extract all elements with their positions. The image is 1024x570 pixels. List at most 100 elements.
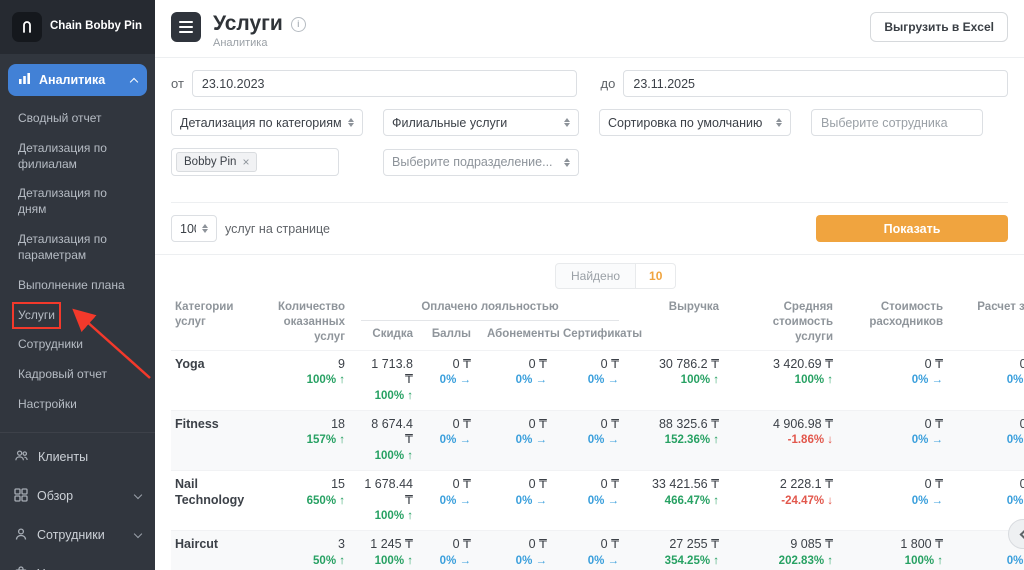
sidebar-subitem-label: Детализация по дням	[18, 186, 137, 218]
brand[interactable]: Chain Bobby Pin	[0, 0, 155, 54]
brand-logo-icon	[12, 12, 42, 42]
sidebar-subitem-4[interactable]: Выполнение плана	[0, 271, 155, 301]
select-caret-icon	[776, 115, 782, 130]
trend-right-icon: →	[536, 434, 548, 446]
sidebar-item-analytics[interactable]: Аналитика	[8, 64, 147, 96]
col-category: Категории услуг	[171, 295, 259, 350]
date-from-input[interactable]	[192, 70, 577, 97]
trend-up-icon: ↑	[407, 390, 413, 402]
sidebar-subitem-6[interactable]: Сотрудники	[0, 330, 155, 360]
sidebar-subitem-8[interactable]: Настройки	[0, 390, 155, 420]
chevron-down-icon	[134, 530, 142, 538]
category-cell: Yoga	[171, 350, 259, 410]
sidebar-item-0[interactable]: Клиенты	[0, 437, 155, 477]
date-to-input[interactable]	[623, 70, 1008, 97]
sidebar-item-1[interactable]: Обзор	[0, 477, 155, 516]
value-cell: 27 255 ₸354.25% ↑	[627, 530, 727, 570]
trend-down-icon: ↓	[827, 434, 833, 446]
table-body: Yoga9100% ↑1 713.8 ₸100% ↑0 ₸0% →0 ₸0% →…	[171, 350, 1024, 570]
trend-up-icon: ↑	[339, 495, 345, 507]
detail-select[interactable]: Детализация по категориям	[171, 109, 363, 136]
value-cell: 3 420.69 ₸100% ↑	[727, 350, 841, 410]
select-caret-icon	[202, 221, 208, 236]
trend-up-icon: ↑	[713, 374, 719, 386]
value-cell: 9100% ↑	[259, 350, 353, 410]
category-cell: Fitness	[171, 410, 259, 470]
value-cell: 0 ₸0% →	[951, 410, 1024, 470]
value-cell: 0 ₸0% →	[421, 470, 479, 530]
col-avg-cost: Средняя стоимость услуги	[727, 295, 841, 350]
sidebar-subitem-0[interactable]: Сводный отчет	[0, 104, 155, 134]
per-page-row: 100 услуг на странице Показать	[155, 203, 1024, 254]
sort-select[interactable]: Сортировка по умолчанию	[599, 109, 791, 136]
trend-up-icon: ↑	[407, 450, 413, 462]
page-header: Услуги i Аналитика Выгрузить в Excel	[155, 0, 1024, 58]
value-cell: 0 ₸0% →	[479, 410, 555, 470]
trend-up-icon: ↑	[827, 374, 833, 386]
col-revenue: Выручка	[627, 295, 727, 350]
value-cell: 88 325.6 ₸152.36% ↑	[627, 410, 727, 470]
employee-input[interactable]	[811, 109, 983, 136]
export-excel-button[interactable]: Выгрузить в Excel	[870, 12, 1008, 42]
trend-right-icon: →	[460, 374, 472, 386]
value-cell: 0 ₸0% →	[555, 470, 627, 530]
trend-up-icon: ↑	[339, 434, 345, 446]
chip-remove-icon[interactable]: ×	[242, 156, 249, 168]
branch-tag-input[interactable]: Bobby Pin ×	[171, 148, 339, 176]
col-quantity: Количество оказанных услуг	[259, 295, 353, 350]
table-row: Fitness18157% ↑8 674.4 ₸100% ↑0 ₸0% →0 ₸…	[171, 410, 1024, 470]
sidebar-item-label: Сотрудники	[37, 528, 126, 542]
clients-icon	[14, 448, 29, 466]
sidebar-item-3[interactable]: Услуги	[0, 555, 155, 570]
sidebar-bottom-menu: КлиентыОбзор Сотрудники Услуги	[0, 432, 155, 570]
trend-up-icon: ↑	[407, 555, 413, 567]
trend-right-icon: →	[536, 555, 548, 567]
services-type-select[interactable]: Филиальные услуги	[383, 109, 579, 136]
results-tab[interactable]: Найдено 10	[555, 263, 676, 289]
sidebar-item-2[interactable]: Сотрудники	[0, 516, 155, 555]
sidebar-subitem-label: Сотрудники	[18, 337, 83, 353]
sidebar-subitem-7[interactable]: Кадровый отчет	[0, 360, 155, 390]
value-cell: 18157% ↑	[259, 410, 353, 470]
table-row: Haircut350% ↑1 245 ₸100% ↑0 ₸0% →0 ₸0% →…	[171, 530, 1024, 570]
division-select[interactable]: Выберите подразделение...	[383, 149, 579, 176]
sidebar-subitem-label: Детализация по филиалам	[18, 141, 137, 173]
sidebar-subitem-label: Услуги	[18, 308, 55, 324]
hamburger-menu-button[interactable]	[171, 12, 201, 42]
value-cell: 0 ₸0% →	[421, 410, 479, 470]
col-points: Баллы	[421, 321, 479, 350]
sidebar-subitem-2[interactable]: Детализация по дням	[0, 179, 155, 225]
chevron-down-icon	[134, 491, 142, 499]
branch-filter-row: Bobby Pin × Выберите подразделение...	[171, 148, 1008, 176]
trend-up-icon: ↑	[407, 510, 413, 522]
show-button[interactable]: Показать	[816, 215, 1008, 242]
sidebar-subitem-1[interactable]: Детализация по филиалам	[0, 134, 155, 180]
category-cell: Haircut	[171, 530, 259, 570]
sidebar-item-label: Аналитика	[39, 73, 105, 87]
filters-panel: от до Детализация по категориям Филиальн…	[155, 58, 1024, 203]
chevron-up-icon	[130, 77, 138, 85]
select-caret-icon	[564, 155, 570, 170]
divider	[171, 202, 1008, 203]
per-page-select[interactable]: 100	[171, 215, 217, 242]
value-cell: 1 678.44 ₸100% ↑	[353, 470, 421, 530]
trend-down-icon: ↓	[827, 495, 833, 507]
trend-right-icon: →	[932, 434, 944, 446]
value-cell: 0 ₸0% →	[555, 530, 627, 570]
category-cell: Nail Technology	[171, 470, 259, 530]
trend-up-icon: ↑	[339, 374, 345, 386]
page-title: Услуги	[213, 12, 283, 36]
trend-up-icon: ↑	[827, 555, 833, 567]
sidebar-subitem-3[interactable]: Детализация по параметрам	[0, 225, 155, 271]
branch-chip[interactable]: Bobby Pin ×	[176, 152, 257, 172]
value-cell: 0 ₸0% →	[841, 350, 951, 410]
info-icon[interactable]: i	[291, 17, 306, 32]
trend-up-icon: ↑	[937, 555, 943, 567]
value-cell: 15650% ↑	[259, 470, 353, 530]
sidebar-subitem-5[interactable]: Услуги	[0, 301, 155, 331]
value-cell: 0 ₸0% →	[479, 470, 555, 530]
analytics-submenu: Сводный отчет Детализация по филиалам Дета…	[0, 100, 155, 420]
value-cell: 0 ₸0% →	[841, 410, 951, 470]
brand-name: Chain Bobby Pin	[50, 20, 142, 34]
col-memberships: Абонементы	[479, 321, 555, 350]
